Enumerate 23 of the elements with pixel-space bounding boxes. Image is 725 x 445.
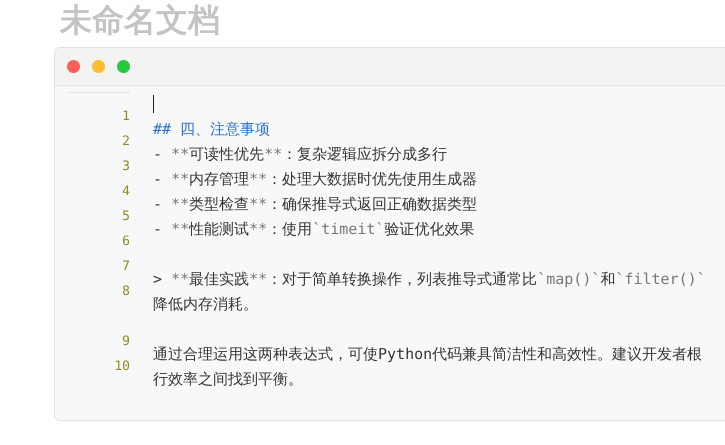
markdown-line: - **可读性优先**：复杂逻辑应拆分成多行 bbox=[153, 144, 448, 165]
line-number: 8 bbox=[122, 283, 130, 301]
line-number: 2 bbox=[122, 133, 130, 151]
window-control-button[interactable] bbox=[92, 60, 105, 73]
window-control-button[interactable] bbox=[117, 60, 130, 73]
line-number: 4 bbox=[122, 183, 130, 201]
line-number: 7 bbox=[122, 258, 130, 276]
markdown-line: 通过合理运用这两种表达式，可使Python代码兼具简洁性和高效性。建议开发者根 bbox=[153, 344, 702, 365]
line-number: 6 bbox=[122, 233, 130, 251]
markdown-line: 降低内存消耗。 bbox=[153, 294, 258, 315]
line-number: 3 bbox=[122, 158, 130, 176]
line-number: 10 bbox=[114, 358, 130, 376]
line-number: 1 bbox=[122, 108, 130, 126]
markdown-heading: ## 四、注意事项 bbox=[153, 119, 270, 140]
markdown-line: - **类型检查**：确保推导式返回正确数据类型 bbox=[153, 194, 478, 215]
window-control-button[interactable] bbox=[67, 60, 80, 73]
markdown-line: 行效率之间找到平衡。 bbox=[153, 369, 303, 390]
document-title: 未命名文档 bbox=[58, 0, 221, 41]
markdown-line: > **最佳实践**：对于简单转换操作，列表推导式通常比`map()`和`filter()` bbox=[153, 269, 706, 290]
line-number: 9 bbox=[122, 333, 130, 351]
markdown-line: - **内存管理**：处理大数据时优先使用生成器 bbox=[153, 169, 478, 190]
markdown-line: - **性能测试**：使用`timeit`验证优化效果 bbox=[153, 219, 474, 240]
line-number: 5 bbox=[122, 208, 130, 226]
